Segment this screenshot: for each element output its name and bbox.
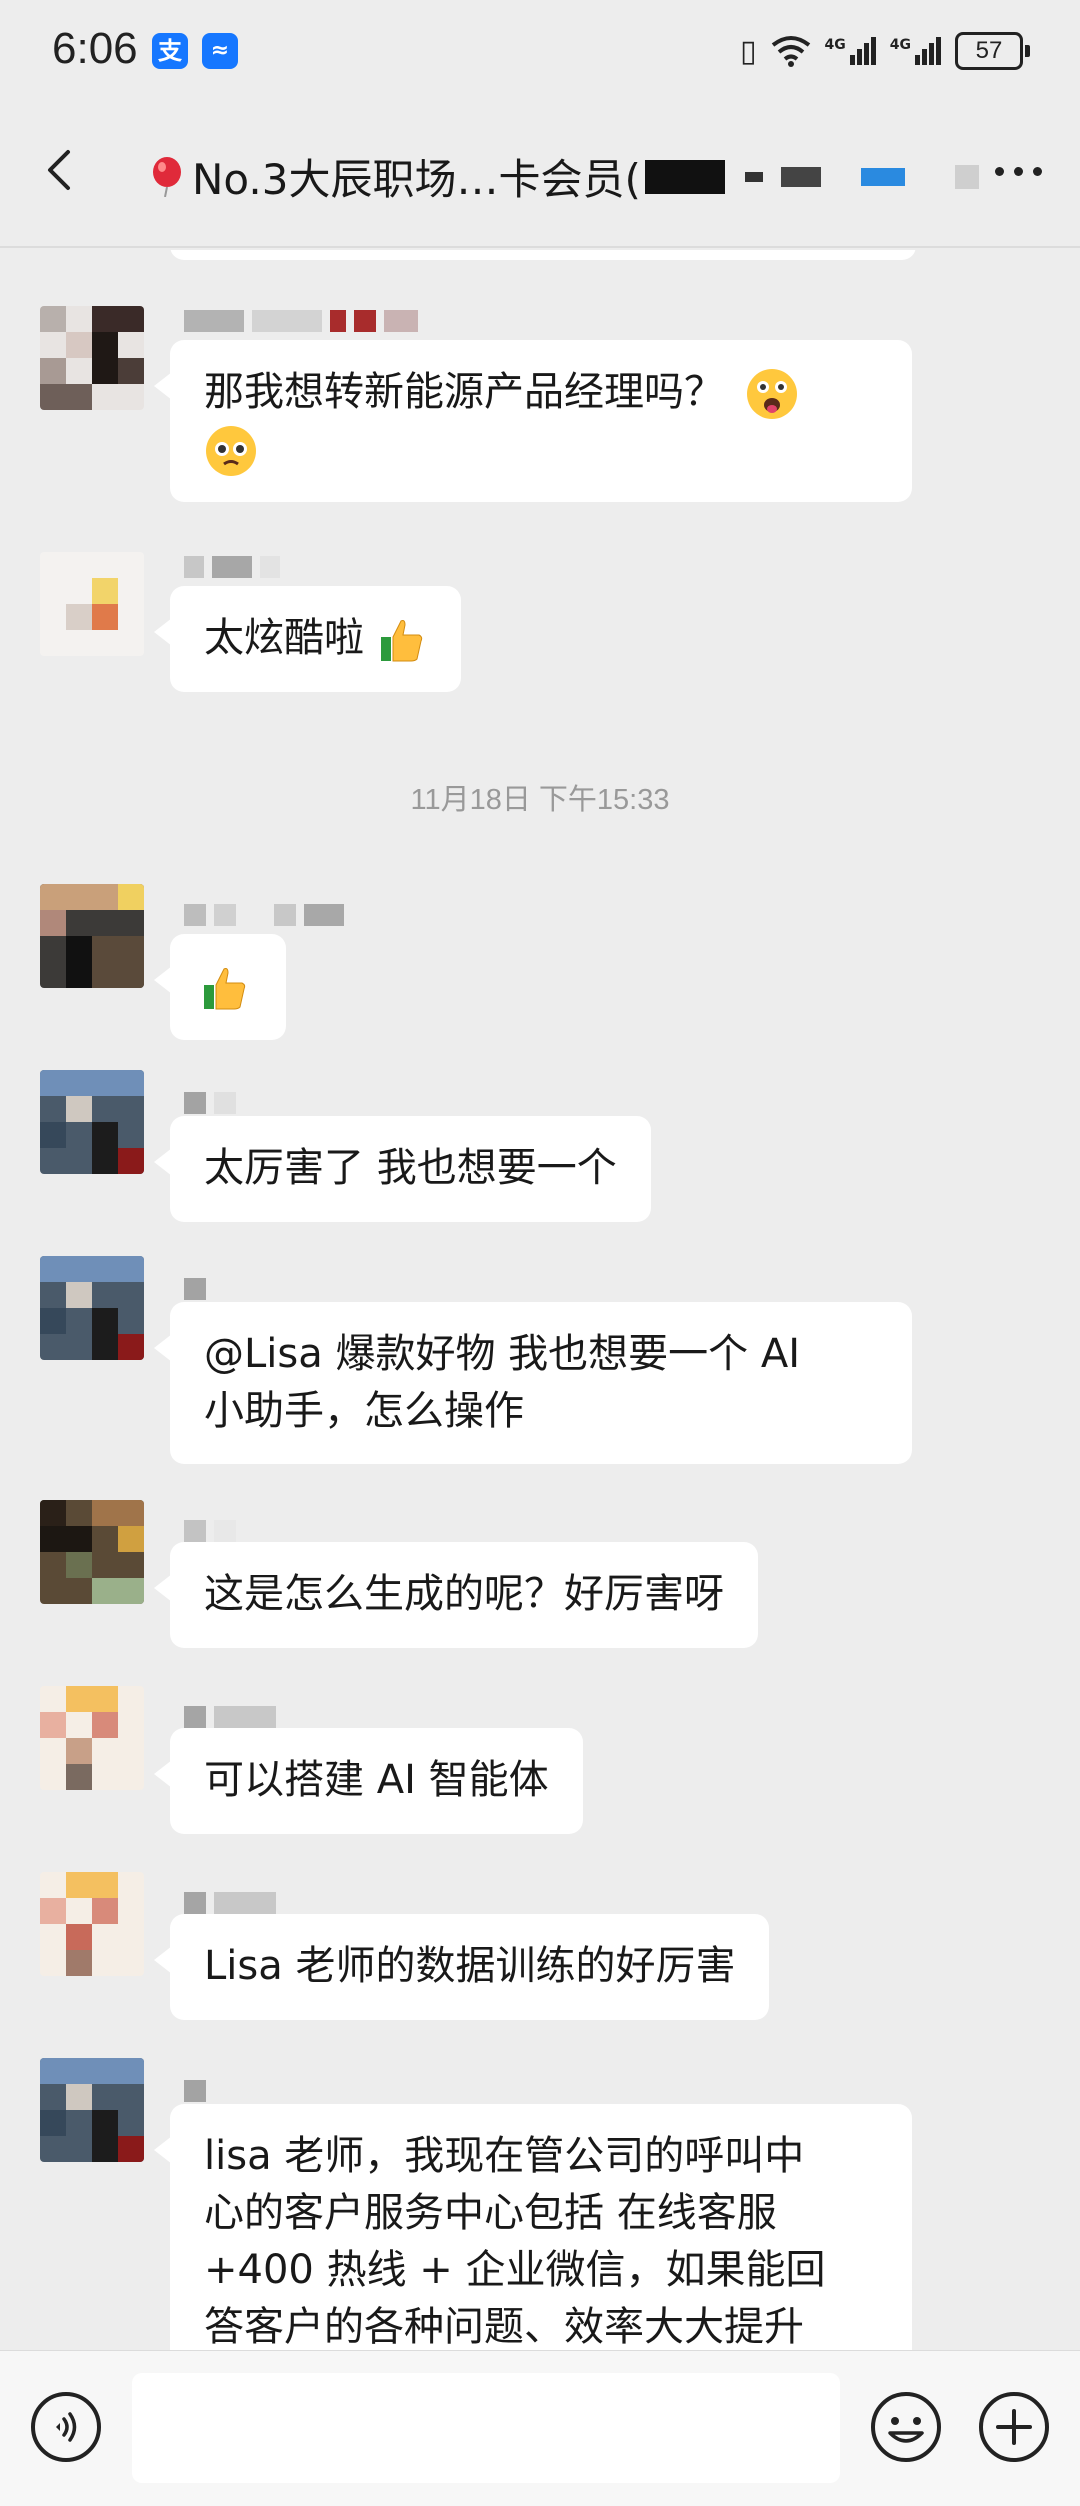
message-bubble[interactable]: 这是怎么生成的呢？好厉害呀 xyxy=(154,1542,758,1648)
plus-icon[interactable] xyxy=(978,2391,1050,2463)
back-arrow-icon[interactable] xyxy=(30,140,90,200)
sender-name xyxy=(184,1278,206,1300)
input-bar xyxy=(0,2350,1080,2506)
nav-bar: No.3大辰职场…卡会员( xyxy=(0,100,1080,250)
message-text: lisa 老师，我现在管公司的呼叫中 xyxy=(204,2133,805,2179)
divider xyxy=(0,246,1080,248)
avatar[interactable] xyxy=(40,1256,144,1360)
message-text: 这是怎么生成的呢？好厉害呀 xyxy=(204,1571,724,1617)
redacted-block xyxy=(860,167,905,186)
message-bubble[interactable]: 太厉害了 我也想要一个 xyxy=(154,1116,651,1222)
avatar[interactable] xyxy=(40,1686,144,1790)
avatar[interactable] xyxy=(40,1500,144,1604)
more-options-icon[interactable] xyxy=(990,152,1050,192)
message-bubble[interactable]: 那我想转新能源产品经理吗？ xyxy=(154,340,912,502)
thumbs-up-icon xyxy=(380,620,422,662)
redacted-block xyxy=(744,171,763,182)
avatar[interactable] xyxy=(40,306,144,410)
avatar[interactable] xyxy=(40,2058,144,2162)
sender-name xyxy=(184,904,344,926)
message-text: 太厉害了 我也想要一个 xyxy=(204,1145,617,1191)
balloon-icon xyxy=(153,156,181,197)
message-bubble[interactable]: Lisa 老师的数据训练的好厉害 xyxy=(153,1914,770,2020)
message-text: +400 热线 + 企业微信，如果能回 xyxy=(204,2247,826,2293)
chat-title-text: No.3大辰职场…卡会员( xyxy=(192,155,641,204)
message-text: Lisa 老师的数据训练的好厉害 xyxy=(204,1943,736,1989)
message-bubble[interactable]: @Lisa 爆款好物 我也想要一个 AI 小助手，怎么操作 xyxy=(154,1302,912,1464)
message-bubble[interactable]: 太炫酷啦 xyxy=(154,586,461,692)
sender-name xyxy=(184,310,418,332)
avatar[interactable] xyxy=(40,1070,144,1174)
redacted-block xyxy=(780,166,821,187)
chat-title[interactable]: No.3大辰职场…卡会员( xyxy=(150,146,979,207)
avatar[interactable] xyxy=(40,552,144,656)
sender-name xyxy=(184,1092,236,1114)
sender-name xyxy=(184,1892,276,1914)
message-text: 答客户的各种问题、效率大大提升 xyxy=(204,2304,804,2350)
emoji-icon[interactable] xyxy=(870,2391,942,2463)
message-text: 心的客户服务中心包括 在线客服 xyxy=(204,2190,777,2236)
tongue-face-emoji-icon xyxy=(746,369,797,419)
sender-name xyxy=(184,1706,276,1728)
sender-name xyxy=(184,2080,206,2102)
message-bubble[interactable] xyxy=(154,934,286,1040)
message-input[interactable] xyxy=(132,2373,840,2483)
sender-name xyxy=(184,556,280,578)
message-bubble[interactable]: lisa 老师，我现在管公司的呼叫中 心的客户服务中心包括 在线客服 +400 … xyxy=(154,2104,912,2350)
thumbs-up-icon xyxy=(204,968,246,1010)
sender-name xyxy=(184,1520,236,1542)
message-text: 小助手，怎么操作 xyxy=(204,1388,524,1434)
avatar[interactable] xyxy=(40,1872,144,1976)
voice-icon[interactable] xyxy=(30,2391,102,2463)
chat-area[interactable]: 那我想转新能源产品经理吗？ 太炫酷啦 11月18日 下午15:33 太厉害了 我… xyxy=(0,0,1080,2350)
redacted-block xyxy=(954,164,979,189)
message-text: @Lisa 爆款好物 我也想要一个 AI xyxy=(204,1331,801,1377)
date-divider: 11月18日 下午15:33 xyxy=(410,784,670,816)
redacted-block xyxy=(644,159,725,194)
avatar[interactable] xyxy=(40,884,144,988)
message-bubble[interactable]: 可以搭建 AI 智能体 xyxy=(154,1728,583,1834)
message-text: 可以搭建 AI 智能体 xyxy=(204,1757,549,1803)
message-text: 那我想转新能源产品经理吗？ xyxy=(204,369,724,415)
pleading-face-emoji-icon xyxy=(206,426,256,476)
message-text: 太炫酷啦 xyxy=(204,615,364,661)
